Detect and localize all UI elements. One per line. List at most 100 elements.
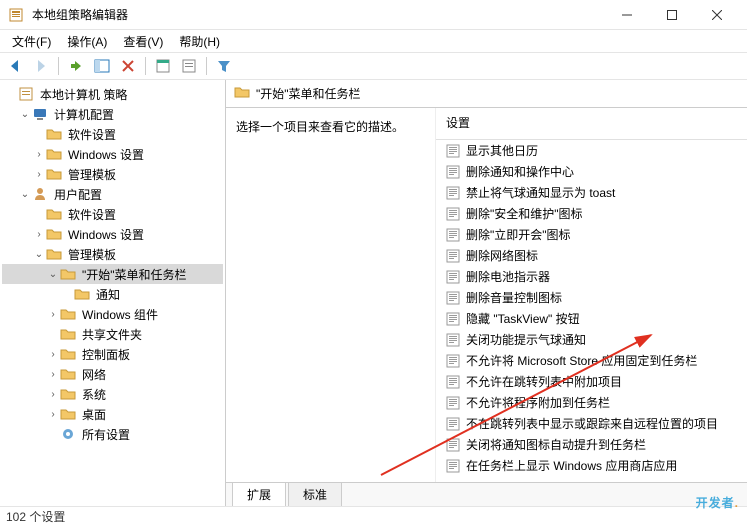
window-title: 本地组策略编辑器 xyxy=(32,6,604,23)
filter-button[interactable] xyxy=(213,55,235,77)
policy-item-icon xyxy=(446,165,460,179)
setting-label: 删除"安全和维护"图标 xyxy=(466,205,583,222)
tree-u-admin[interactable]: ⌄管理模板 xyxy=(2,244,223,264)
policy-item-icon xyxy=(446,438,460,452)
tab-extended[interactable]: 扩展 xyxy=(232,482,286,506)
folder-icon xyxy=(60,386,76,402)
tree-c-windows[interactable]: ›Windows 设置 xyxy=(2,144,223,164)
setting-label: 删除通知和操作中心 xyxy=(466,163,574,180)
policy-item-icon xyxy=(446,144,460,158)
policy-icon xyxy=(18,86,34,102)
setting-item[interactable]: 隐藏 "TaskView" 按钮 xyxy=(436,308,747,329)
folder-icon xyxy=(46,226,62,242)
setting-item[interactable]: 在任务栏上显示 Windows 应用商店应用 xyxy=(436,455,747,476)
tree-desktop[interactable]: ›桌面 xyxy=(2,404,223,424)
up-button[interactable] xyxy=(65,55,87,77)
tree-user-config[interactable]: ⌄ 用户配置 xyxy=(2,184,223,204)
policy-item-icon xyxy=(446,354,460,368)
tree-pane[interactable]: ▾ 本地计算机 策略 ⌄ 计算机配置 ›软件设置 ›Windows 设置 ›管理… xyxy=(0,80,226,506)
close-button[interactable] xyxy=(694,0,739,30)
setting-item[interactable]: 关闭将通知图标自动提升到任务栏 xyxy=(436,434,747,455)
setting-item[interactable]: 删除音量控制图标 xyxy=(436,287,747,308)
tree-root[interactable]: ▾ 本地计算机 策略 xyxy=(2,84,223,104)
setting-item[interactable]: 关闭功能提示气球通知 xyxy=(436,329,747,350)
folder-icon xyxy=(46,166,62,182)
tree-network[interactable]: ›网络 xyxy=(2,364,223,384)
tree-u-software[interactable]: ›软件设置 xyxy=(2,204,223,224)
folder-icon xyxy=(46,126,62,142)
setting-item[interactable]: 删除电池指示器 xyxy=(436,266,747,287)
forward-button[interactable] xyxy=(30,55,52,77)
back-button[interactable] xyxy=(4,55,26,77)
settings-list[interactable]: 设置 显示其他日历删除通知和操作中心禁止将气球通知显示为 toast 删除"安全和… xyxy=(436,108,747,482)
settings-icon xyxy=(60,426,76,442)
setting-item[interactable]: 禁止将气球通知显示为 toast xyxy=(436,182,747,203)
policy-item-icon xyxy=(446,207,460,221)
setting-label: 禁止将气球通知显示为 toast xyxy=(466,184,615,201)
setting-item[interactable]: 删除通知和操作中心 xyxy=(436,161,747,182)
folder-icon xyxy=(74,286,90,302)
setting-item[interactable]: 删除"立即开会"图标 xyxy=(436,224,747,245)
tree-all-settings[interactable]: ›所有设置 xyxy=(2,424,223,444)
setting-label: 删除"立即开会"图标 xyxy=(466,226,571,243)
computer-icon xyxy=(32,106,48,122)
setting-item[interactable]: 不允许将程序附加到任务栏 xyxy=(436,392,747,413)
tree-notifications[interactable]: ›通知 xyxy=(2,284,223,304)
menu-help[interactable]: 帮助(H) xyxy=(171,31,228,52)
setting-item[interactable]: 不允许在跳转列表中附加项目 xyxy=(436,371,747,392)
policy-item-icon xyxy=(446,186,460,200)
titlebar: 本地组策略编辑器 xyxy=(0,0,747,30)
user-icon xyxy=(32,186,48,202)
minimize-button[interactable] xyxy=(604,0,649,30)
content-area: ▾ 本地计算机 策略 ⌄ 计算机配置 ›软件设置 ›Windows 设置 ›管理… xyxy=(0,80,747,506)
tree-system[interactable]: ›系统 xyxy=(2,384,223,404)
app-icon xyxy=(8,7,24,23)
setting-item[interactable]: 删除"安全和维护"图标 xyxy=(436,203,747,224)
statusbar: 102 个设置 xyxy=(0,506,747,526)
policy-item-icon xyxy=(446,375,460,389)
delete-button[interactable] xyxy=(117,55,139,77)
toolbar-separator xyxy=(58,57,59,75)
policy-item-icon xyxy=(446,417,460,431)
tree-u-windows[interactable]: ›Windows 设置 xyxy=(2,224,223,244)
folder-icon xyxy=(60,266,76,282)
setting-item[interactable]: 不在跳转列表中显示或跟踪来自远程位置的项目 xyxy=(436,413,747,434)
tree-c-admin[interactable]: ›管理模板 xyxy=(2,164,223,184)
maximize-button[interactable] xyxy=(649,0,694,30)
description-hint: 选择一个项目来查看它的描述。 xyxy=(236,118,425,135)
policy-item-icon xyxy=(446,312,460,326)
refresh-button[interactable] xyxy=(178,55,200,77)
setting-item[interactable]: 删除网络图标 xyxy=(436,245,747,266)
column-header-setting[interactable]: 设置 xyxy=(436,108,747,140)
tree-win-components[interactable]: ›Windows 组件 xyxy=(2,304,223,324)
tree-computer-config[interactable]: ⌄ 计算机配置 xyxy=(2,104,223,124)
setting-item[interactable]: 不允许将 Microsoft Store 应用固定到任务栏 xyxy=(436,350,747,371)
tree-start-taskbar[interactable]: ⌄"开始"菜单和任务栏 xyxy=(2,264,223,284)
description-column: 选择一个项目来查看它的描述。 xyxy=(226,108,436,482)
folder-icon xyxy=(46,206,62,222)
setting-item[interactable]: 显示其他日历 xyxy=(436,140,747,161)
tree-shared-folders[interactable]: ›共享文件夹 xyxy=(2,324,223,344)
properties-button[interactable] xyxy=(152,55,174,77)
menu-file[interactable]: 文件(F) xyxy=(4,31,59,52)
policy-item-icon xyxy=(446,333,460,347)
setting-label: 不允许将 Microsoft Store 应用固定到任务栏 xyxy=(466,352,697,369)
menu-action[interactable]: 操作(A) xyxy=(59,31,115,52)
policy-item-icon xyxy=(446,396,460,410)
policy-item-icon xyxy=(446,249,460,263)
tab-standard[interactable]: 标准 xyxy=(288,482,342,506)
menu-view[interactable]: 查看(V) xyxy=(115,31,171,52)
setting-label: 不允许在跳转列表中附加项目 xyxy=(466,373,622,390)
folder-icon xyxy=(46,146,62,162)
folder-icon xyxy=(234,84,250,103)
menubar: 文件(F) 操作(A) 查看(V) 帮助(H) xyxy=(0,30,747,52)
show-hide-tree-button[interactable] xyxy=(91,55,113,77)
setting-label: 不允许将程序附加到任务栏 xyxy=(466,394,610,411)
folder-icon xyxy=(60,346,76,362)
setting-label: 删除网络图标 xyxy=(466,247,538,264)
setting-label: 删除音量控制图标 xyxy=(466,289,562,306)
policy-item-icon xyxy=(446,291,460,305)
tree-control-panel[interactable]: ›控制面板 xyxy=(2,344,223,364)
tree-c-software[interactable]: ›软件设置 xyxy=(2,124,223,144)
setting-label: 关闭将通知图标自动提升到任务栏 xyxy=(466,436,646,453)
